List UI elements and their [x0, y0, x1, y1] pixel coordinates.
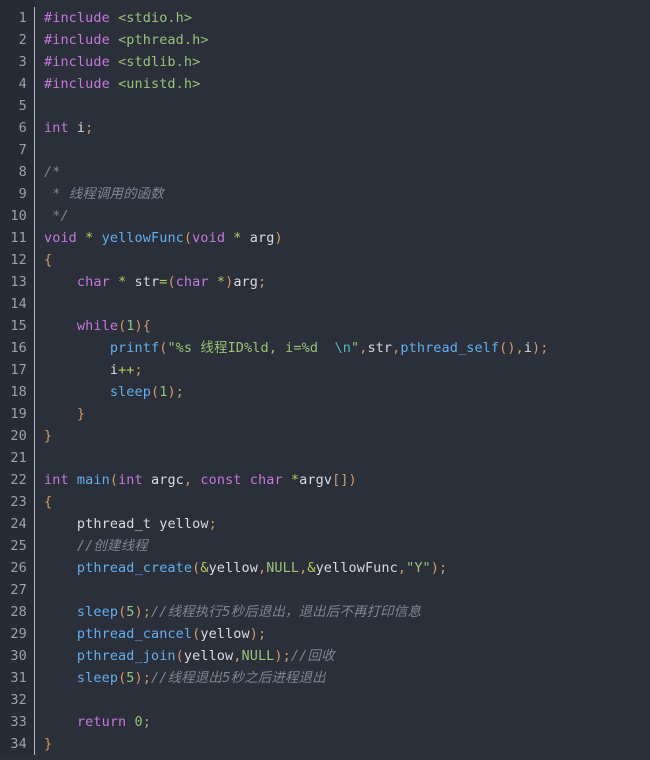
line-number: 28: [10, 604, 27, 620]
code-line[interactable]: {: [44, 249, 650, 271]
line-number: 32: [10, 692, 27, 708]
line-number: 14: [10, 296, 27, 312]
code-line[interactable]: /*: [44, 161, 650, 183]
code-editor[interactable]: 1 2 3 4 5 6 7 8 9 10 11 12 13 14 15 16 1…: [0, 0, 650, 760]
line-number: 16: [10, 340, 27, 356]
code-line[interactable]: [44, 95, 650, 117]
code-line[interactable]: [44, 139, 650, 161]
code-line[interactable]: #include <stdio.h>: [44, 7, 650, 29]
line-number: 34: [10, 736, 27, 752]
line-number: 26: [10, 560, 27, 576]
code-line[interactable]: [44, 579, 650, 601]
line-number: 30: [10, 648, 27, 664]
line-number: 24: [10, 516, 27, 532]
code-line[interactable]: printf("%s 线程ID%ld, i=%d \n",str,pthread…: [44, 337, 650, 359]
code-line[interactable]: */: [44, 205, 650, 227]
code-line[interactable]: #include <stdlib.h>: [44, 51, 650, 73]
code-line[interactable]: return 0;: [44, 711, 650, 733]
code-line[interactable]: [44, 293, 650, 315]
line-number: 17: [10, 362, 27, 378]
line-number: 15: [10, 318, 27, 334]
code-line[interactable]: char * str=(char *)arg;: [44, 271, 650, 293]
line-number: 18: [10, 384, 27, 400]
code-line[interactable]: }: [44, 425, 650, 447]
code-line[interactable]: sleep(5);//线程退出5秒之后进程退出: [44, 667, 650, 689]
code-line[interactable]: int main(int argc, const char *argv[]): [44, 469, 650, 491]
line-number: 3: [18, 54, 27, 70]
code-line[interactable]: * 线程调用的函数: [44, 183, 650, 205]
line-number: 2: [18, 32, 27, 48]
line-number: 9: [18, 186, 27, 202]
line-number: 11: [10, 230, 27, 246]
line-number: 1: [18, 10, 27, 26]
code-line[interactable]: sleep(1);: [44, 381, 650, 403]
code-line[interactable]: sleep(5);//线程执行5秒后退出，退出后不再打印信息: [44, 601, 650, 623]
code-line[interactable]: pthread_t yellow;: [44, 513, 650, 535]
line-number: 27: [10, 582, 27, 598]
line-number: 12: [10, 252, 27, 268]
line-number: 5: [18, 98, 27, 114]
code-content[interactable]: #include <stdio.h> #include <pthread.h> …: [35, 0, 650, 760]
line-number: 21: [10, 450, 27, 466]
code-line[interactable]: while(1){: [44, 315, 650, 337]
line-number: 4: [18, 76, 27, 92]
code-line[interactable]: [44, 447, 650, 469]
code-line[interactable]: void * yellowFunc(void * arg): [44, 227, 650, 249]
line-number: 6: [18, 120, 27, 136]
code-line[interactable]: #include <pthread.h>: [44, 29, 650, 51]
line-number: 8: [18, 164, 27, 180]
code-line[interactable]: pthread_cancel(yellow);: [44, 623, 650, 645]
line-number: 13: [10, 274, 27, 290]
line-number: 10: [10, 208, 27, 224]
code-line[interactable]: int i;: [44, 117, 650, 139]
line-number: 23: [10, 494, 27, 510]
line-number: 20: [10, 428, 27, 444]
code-line[interactable]: {: [44, 491, 650, 513]
line-number: 33: [10, 714, 27, 730]
code-line[interactable]: }: [44, 403, 650, 425]
code-line[interactable]: }: [44, 733, 650, 755]
line-number: 7: [18, 142, 27, 158]
line-number: 29: [10, 626, 27, 642]
line-number: 19: [10, 406, 27, 422]
line-number: 22: [10, 472, 27, 488]
line-number: 31: [10, 670, 27, 686]
code-line[interactable]: pthread_create(&yellow,NULL,&yellowFunc,…: [44, 557, 650, 579]
code-line[interactable]: pthread_join(yellow,NULL);//回收: [44, 645, 650, 667]
code-line[interactable]: i++;: [44, 359, 650, 381]
line-number: 25: [10, 538, 27, 554]
code-line[interactable]: #include <unistd.h>: [44, 73, 650, 95]
code-line[interactable]: [44, 689, 650, 711]
code-line[interactable]: //创建线程: [44, 535, 650, 557]
line-number-gutter: 1 2 3 4 5 6 7 8 9 10 11 12 13 14 15 16 1…: [0, 0, 34, 755]
